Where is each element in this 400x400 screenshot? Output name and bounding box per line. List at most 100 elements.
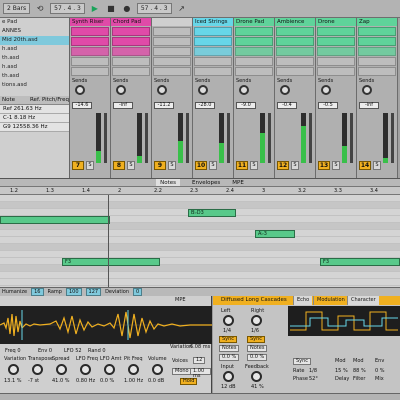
send-knob[interactable] — [362, 85, 372, 95]
clip-slot[interactable] — [153, 57, 191, 66]
solo-button[interactable]: S — [291, 161, 299, 170]
send-knob[interactable] — [198, 85, 208, 95]
send-knob[interactable] — [280, 85, 290, 95]
tab-mpe[interactable]: MPE — [232, 179, 244, 186]
clip-slot[interactable] — [358, 57, 396, 66]
clip-slot[interactable] — [235, 57, 273, 66]
freq-param[interactable]: Freq 0 — [5, 348, 21, 354]
solo-button[interactable]: S — [209, 161, 217, 170]
rate-value[interactable]: 1/8 — [309, 368, 317, 374]
clip-slot[interactable] — [112, 57, 150, 66]
lfo-param[interactable]: LFO 52 — [64, 348, 82, 354]
volume-fader[interactable] — [145, 113, 148, 163]
send-knob[interactable] — [239, 85, 249, 95]
clip-slot[interactable] — [276, 67, 314, 76]
solo-button[interactable]: S — [332, 161, 340, 170]
param-knob[interactable] — [8, 364, 19, 375]
clip-slot[interactable] — [317, 37, 355, 46]
left-notes-button[interactable]: Notes — [219, 345, 240, 352]
volume-value[interactable]: -9.0 — [236, 102, 256, 109]
tab-envelopes[interactable]: Envelopes — [192, 179, 220, 186]
left-offset[interactable]: 0.0 % — [219, 354, 240, 361]
clip-slot[interactable] — [235, 47, 273, 56]
track-title[interactable]: Drone — [316, 18, 356, 26]
solo-button[interactable]: S — [250, 161, 258, 170]
send-knob[interactable] — [321, 85, 331, 95]
send-knob[interactable] — [157, 85, 167, 95]
track-activator[interactable]: 7 — [72, 161, 84, 170]
right-sync-button[interactable]: Sync — [247, 336, 266, 343]
browser-item[interactable]: e Pad — [0, 18, 69, 27]
browser-item[interactable]: h.asd — [0, 45, 69, 54]
tab-character[interactable]: Character — [347, 296, 379, 305]
param-knob[interactable] — [80, 364, 91, 375]
track-title[interactable]: Ambience — [275, 18, 315, 26]
clip-slot[interactable] — [71, 47, 109, 56]
midi-note[interactable]: F3 — [62, 258, 160, 266]
glide-value[interactable]: 1.00 ms — [190, 368, 211, 379]
rand-param[interactable]: Rand 0 — [88, 348, 106, 354]
send-knob[interactable] — [116, 85, 126, 95]
clip-slot[interactable] — [71, 57, 109, 66]
clip-slot[interactable] — [194, 47, 232, 56]
clip-slot[interactable] — [358, 47, 396, 56]
beat-ruler[interactable]: 1.2 1.3 1.4 2 2.2 2.3 2.4 3 3.2 3.3 3.4 — [0, 187, 400, 195]
clip-slot[interactable] — [358, 37, 396, 46]
volume-fader[interactable] — [350, 113, 353, 163]
clip-slot[interactable] — [317, 47, 355, 56]
volume-value[interactable]: -0.5 — [318, 102, 338, 109]
clip-slot[interactable] — [317, 57, 355, 66]
clip-slot[interactable] — [153, 67, 191, 76]
clip-slot[interactable] — [112, 47, 150, 56]
clip-slot[interactable] — [71, 37, 109, 46]
stop-icon[interactable]: ■ — [105, 3, 117, 14]
track-activator[interactable]: 13 — [318, 161, 330, 170]
clip-slot[interactable] — [276, 37, 314, 46]
volume-value[interactable]: -inf — [113, 102, 133, 109]
track-activator[interactable]: 12 — [277, 161, 289, 170]
clip-slot[interactable] — [358, 27, 396, 36]
env-mod-value[interactable]: 0 % — [375, 368, 385, 374]
browser-item[interactable]: th.asd — [0, 72, 69, 81]
tab-notes[interactable]: Notes — [156, 179, 181, 186]
clip-slot[interactable] — [235, 37, 273, 46]
clip-slot[interactable] — [358, 67, 396, 76]
midi-note[interactable]: A♭3 — [255, 230, 295, 238]
tab-echo[interactable]: Echo — [293, 296, 313, 305]
play-icon[interactable]: ▶ — [89, 3, 101, 14]
solo-button[interactable]: S — [168, 161, 176, 170]
env-param[interactable]: Env 0 — [38, 348, 52, 354]
waveform-display[interactable] — [0, 306, 212, 344]
position-display[interactable]: 57 . 4 . 3 — [50, 3, 85, 14]
browser-item[interactable]: ANNES — [0, 27, 69, 36]
variation-value[interactable]: 6.08 ms — [190, 344, 210, 350]
clip-slot[interactable] — [71, 27, 109, 36]
left-time-knob[interactable] — [223, 315, 234, 326]
phase-value[interactable]: 52° — [309, 376, 318, 382]
param-knob[interactable] — [152, 364, 163, 375]
volume-value[interactable]: -11.2 — [154, 102, 174, 109]
mod-sync-button[interactable]: Sync — [293, 358, 312, 365]
browser-item[interactable]: h.asd — [0, 63, 69, 72]
ramp-start-value[interactable]: 100 — [65, 288, 82, 296]
browser-item[interactable]: tions.asd — [0, 81, 69, 90]
clip-slot[interactable] — [194, 57, 232, 66]
volume-value[interactable]: -inf — [359, 102, 379, 109]
volume-fader[interactable] — [186, 113, 189, 163]
clip-slot[interactable] — [317, 27, 355, 36]
browser-item[interactable]: th.asd — [0, 54, 69, 63]
record-icon[interactable]: ● — [121, 3, 133, 14]
param-knob[interactable] — [56, 364, 67, 375]
deviation-value[interactable]: 0 — [133, 288, 143, 296]
volume-fader[interactable] — [391, 113, 394, 163]
clip-slot[interactable] — [153, 47, 191, 56]
playhead[interactable] — [108, 195, 109, 287]
clip-slot[interactable] — [112, 37, 150, 46]
ref-pitch-row[interactable]: Ref 261.63 Hz — [0, 105, 69, 114]
humanize-value[interactable]: 16 — [31, 288, 44, 296]
ramp-end-value[interactable]: 127 — [85, 288, 102, 296]
clip-slot[interactable] — [276, 57, 314, 66]
hold-button[interactable]: Hold — [180, 378, 198, 385]
volume-fader[interactable] — [309, 113, 312, 163]
track-title[interactable] — [152, 18, 192, 26]
